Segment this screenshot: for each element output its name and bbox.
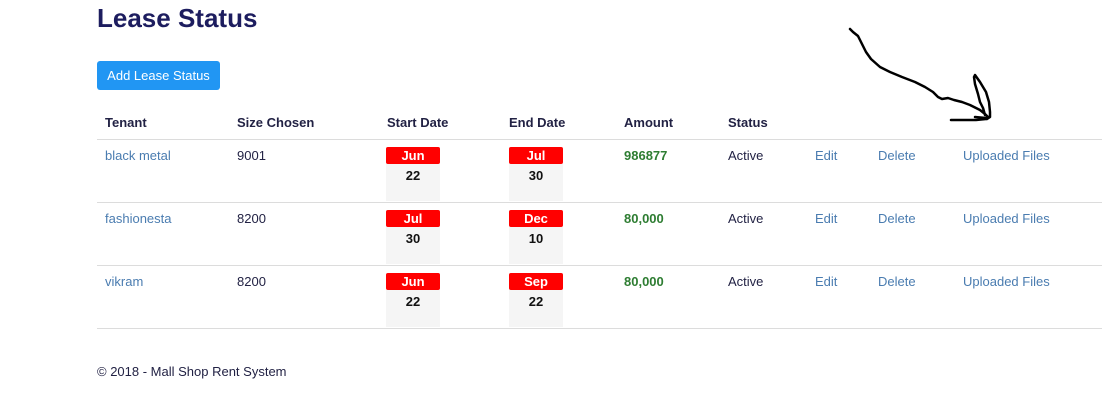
end-date-calendar: Jul 30	[509, 147, 563, 201]
start-date-calendar: Jul 30	[386, 210, 440, 264]
start-day: 22	[405, 294, 421, 309]
lease-table: Tenant Size Chosen Start Date End Date A…	[97, 107, 1102, 329]
delete-link[interactable]: Delete	[878, 148, 916, 163]
table-row: vikram 8200 Jun 22 Sep 22 80,000 Active …	[97, 266, 1102, 329]
size-value: 8200	[237, 211, 266, 226]
size-value: 8200	[237, 274, 266, 289]
status-value: Active	[728, 274, 764, 289]
end-day: 10	[528, 231, 544, 246]
size-value: 9001	[237, 148, 266, 163]
amount-value: 80,000	[624, 274, 664, 289]
end-day: 22	[528, 294, 544, 309]
column-header-status: Status	[728, 115, 768, 130]
end-month-badge: Jul	[509, 147, 563, 164]
hand-drawn-arrow-icon	[848, 27, 992, 122]
end-date-calendar: Sep 22	[509, 273, 563, 327]
end-month-badge: Sep	[509, 273, 563, 290]
start-day: 30	[405, 231, 421, 246]
edit-link[interactable]: Edit	[815, 274, 837, 289]
status-value: Active	[728, 211, 764, 226]
tenant-link[interactable]: black metal	[105, 148, 171, 163]
start-month-badge: Jul	[386, 210, 440, 227]
table-row: black metal 9001 Jun 22 Jul 30 986877 Ac…	[97, 140, 1102, 203]
uploaded-files-link[interactable]: Uploaded Files	[963, 148, 1050, 163]
delete-link[interactable]: Delete	[878, 274, 916, 289]
edit-link[interactable]: Edit	[815, 148, 837, 163]
column-header-tenant: Tenant	[105, 115, 147, 130]
edit-link[interactable]: Edit	[815, 211, 837, 226]
end-day: 30	[528, 168, 544, 183]
amount-value: 986877	[624, 148, 668, 163]
tenant-link[interactable]: fashionesta	[105, 211, 172, 226]
column-header-start-date: Start Date	[387, 115, 449, 130]
page-title: Lease Status	[97, 3, 258, 33]
uploaded-files-link[interactable]: Uploaded Files	[963, 274, 1050, 289]
start-date-calendar: Jun 22	[386, 147, 440, 201]
amount-value: 80,000	[624, 211, 664, 226]
column-header-amount: Amount	[624, 115, 674, 130]
end-month-badge: Dec	[509, 210, 563, 227]
uploaded-files-link[interactable]: Uploaded Files	[963, 211, 1050, 226]
start-month-badge: Jun	[386, 147, 440, 164]
tenant-link[interactable]: vikram	[105, 274, 143, 289]
delete-link[interactable]: Delete	[878, 211, 916, 226]
start-date-calendar: Jun 22	[386, 273, 440, 327]
start-month-badge: Jun	[386, 273, 440, 290]
start-day: 22	[405, 168, 421, 183]
column-header-end-date: End Date	[509, 115, 566, 130]
footer-copyright: © 2018 - Mall Shop Rent System	[97, 364, 287, 379]
add-lease-status-button[interactable]: Add Lease Status	[97, 61, 220, 90]
column-header-size: Size Chosen	[237, 115, 315, 130]
status-value: Active	[728, 148, 764, 163]
table-row: fashionesta 8200 Jul 30 Dec 10 80,000 Ac…	[97, 203, 1102, 266]
end-date-calendar: Dec 10	[509, 210, 563, 264]
